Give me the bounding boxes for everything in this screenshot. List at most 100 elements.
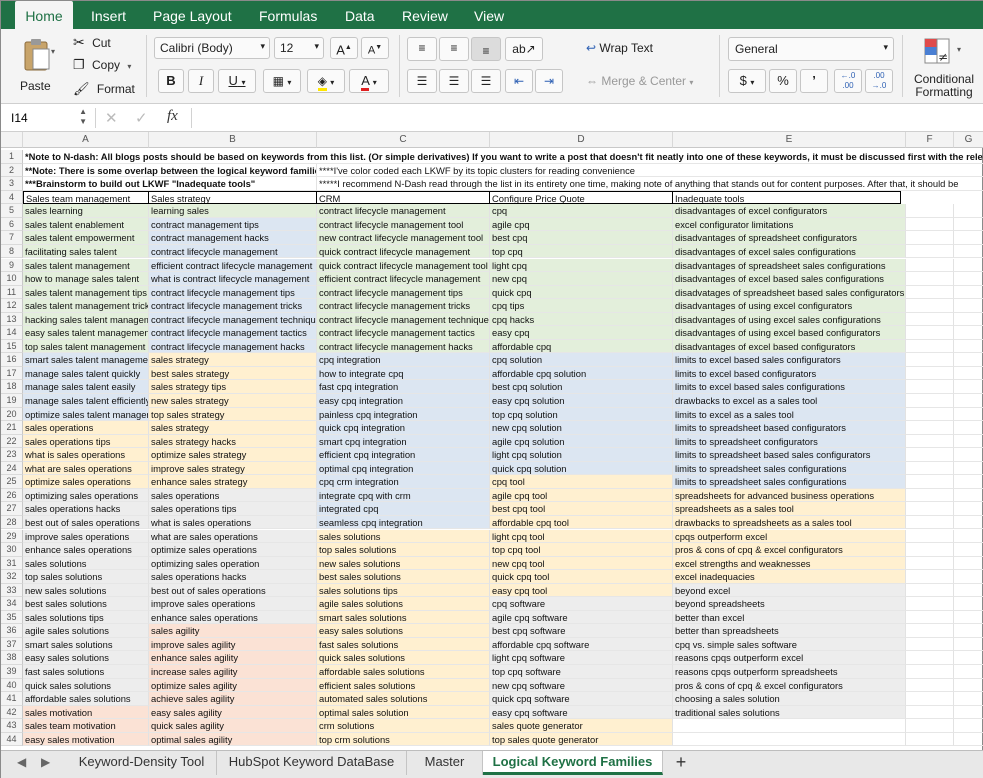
empty-cell[interactable] — [954, 340, 983, 354]
crm-cell[interactable]: easy cpq integration — [317, 394, 490, 408]
crm-cell[interactable]: top crm solutions — [317, 732, 490, 747]
cpq-cell[interactable]: affordable cpq solution — [490, 366, 673, 381]
cpq-cell[interactable]: new cpq solution — [490, 421, 673, 435]
inadequate-tools-cell[interactable]: better than spreadsheets — [673, 624, 906, 638]
inadequate-tools-cell[interactable]: disadvantages of using excel configurato… — [673, 299, 906, 313]
font-color-button[interactable]: A ▾ — [349, 69, 389, 93]
inadequate-tools-cell[interactable]: limits to excel based configurators — [673, 366, 906, 381]
row-number[interactable]: 15 — [1, 339, 23, 354]
sales-strategy-cell[interactable]: sales operations — [149, 488, 317, 503]
cpq-cell[interactable]: agile cpq — [490, 217, 673, 232]
sales-strategy-cell[interactable]: optimize sales strategy — [149, 448, 317, 462]
crm-cell[interactable]: sales solutions tips — [317, 583, 490, 598]
row-number[interactable]: 23 — [1, 448, 23, 462]
inadequate-tools-cell[interactable]: disadvantages of excel sales configurati… — [673, 244, 906, 259]
tab-review[interactable]: Review — [402, 1, 448, 29]
empty-cell[interactable] — [906, 204, 954, 218]
row-number[interactable]: 19 — [1, 394, 23, 408]
empty-cell[interactable] — [906, 515, 954, 530]
column-header-g[interactable]: G — [954, 132, 983, 148]
empty-cell[interactable] — [906, 651, 954, 665]
sales-team-cell[interactable]: manage sales talent efficiently — [23, 394, 149, 408]
sales-strategy-cell[interactable]: top sales strategy — [149, 407, 317, 422]
sales-strategy-cell[interactable]: learning sales — [149, 204, 317, 218]
empty-cell[interactable] — [954, 286, 983, 300]
row-number[interactable]: 1 — [1, 150, 23, 164]
cpq-cell[interactable]: affordable cpq tool — [490, 515, 673, 530]
inadequate-tools-cell[interactable]: beyond spreadsheets — [673, 597, 906, 611]
empty-cell[interactable] — [954, 597, 983, 611]
row-number[interactable]: 21 — [1, 421, 23, 435]
empty-cell[interactable] — [906, 258, 954, 273]
row-number[interactable]: 10 — [1, 272, 23, 286]
row-number[interactable]: 39 — [1, 665, 23, 679]
sales-strategy-cell[interactable]: quick sales agility — [149, 719, 317, 733]
empty-cell[interactable] — [954, 435, 983, 449]
row-number[interactable]: 44 — [1, 732, 23, 747]
decrease-decimal-button[interactable]: .00 →.0 — [865, 69, 893, 93]
sheet-tab-logical-keyword-families[interactable]: Logical Keyword Families — [483, 751, 663, 775]
row-number[interactable]: 26 — [1, 488, 23, 503]
inadequate-tools-cell[interactable]: beyond excel — [673, 583, 906, 598]
sales-team-cell[interactable]: top sales solutions — [23, 570, 149, 584]
sales-strategy-cell[interactable]: contract management hacks — [149, 231, 317, 245]
cut-button[interactable]: ✂ Cut — [73, 34, 111, 50]
name-box[interactable]: I14 ▲ ▼ — [7, 107, 91, 127]
add-sheet-button[interactable]: + — [663, 751, 699, 775]
row-number[interactable]: 16 — [1, 353, 23, 367]
row-number[interactable]: 5 — [1, 204, 23, 218]
sales-strategy-cell[interactable]: improve sales agility — [149, 637, 317, 652]
sales-team-cell[interactable]: top sales talent management — [23, 339, 149, 354]
column-header-e[interactable]: E — [673, 132, 906, 148]
cpq-cell[interactable]: affordable cpq software — [490, 637, 673, 652]
empty-cell[interactable] — [906, 732, 954, 747]
empty-cell[interactable] — [954, 448, 983, 462]
row-number[interactable]: 11 — [1, 285, 23, 300]
empty-cell[interactable] — [954, 245, 983, 259]
increase-indent-button[interactable]: ⇥ — [535, 69, 563, 93]
sales-team-cell[interactable]: optimizing sales operations — [23, 488, 149, 503]
sales-team-cell[interactable]: fast sales solutions — [23, 665, 149, 679]
empty-cell[interactable] — [906, 597, 954, 611]
empty-cell[interactable] — [954, 692, 983, 706]
paste-dropdown-icon[interactable]: ▾ — [51, 47, 55, 56]
empty-cell[interactable] — [906, 719, 954, 733]
empty-cell[interactable] — [906, 678, 954, 693]
row-number[interactable]: 3 — [1, 177, 23, 191]
sales-strategy-cell[interactable]: new sales strategy — [149, 394, 317, 408]
row-number[interactable]: 2 — [1, 163, 23, 178]
cpq-cell[interactable]: affordable cpq — [490, 339, 673, 354]
empty-cell[interactable] — [906, 543, 954, 557]
crm-cell[interactable]: how to integrate cpq — [317, 366, 490, 381]
font-size-select[interactable]: 12 ▾ — [274, 37, 324, 59]
row-number[interactable]: 43 — [1, 719, 23, 733]
sales-strategy-cell[interactable]: contract lifecycle management hacks — [149, 339, 317, 354]
row-number[interactable]: 18 — [1, 380, 23, 394]
empty-cell[interactable] — [954, 353, 983, 367]
inadequate-tools-cell[interactable]: disadvantages of spreadsheet configurato… — [673, 231, 906, 245]
sales-strategy-cell[interactable]: what is sales operations — [149, 515, 317, 530]
tab-page-layout[interactable]: Page Layout — [153, 1, 232, 29]
sales-strategy-cell[interactable]: contract lifecycle management techniques — [149, 312, 317, 327]
cpq-cell[interactable]: easy cpq solution — [490, 394, 673, 408]
cpq-cell[interactable]: agile cpq tool — [490, 488, 673, 503]
sales-strategy-cell[interactable]: improve sales operations — [149, 597, 317, 611]
empty-cell[interactable] — [906, 488, 954, 503]
note-cell[interactable]: ***Brainstorm to build out LKWF "Inadequ… — [23, 177, 317, 191]
inadequate-tools-cell[interactable]: cpqs outperform excel — [673, 529, 906, 544]
cpq-cell[interactable]: light cpq tool — [490, 529, 673, 544]
inadequate-tools-cell[interactable]: disadvatages of spreadsheet based sales … — [673, 285, 906, 300]
empty-cell[interactable] — [954, 516, 983, 530]
crm-cell[interactable]: crm solutions — [317, 719, 490, 733]
align-right-button[interactable]: ☰ — [471, 69, 501, 93]
empty-cell[interactable] — [954, 326, 983, 340]
sales-strategy-cell[interactable]: best sales strategy — [149, 366, 317, 381]
sales-team-cell[interactable]: sales motivation — [23, 705, 149, 720]
empty-cell[interactable] — [906, 665, 954, 679]
crm-cell[interactable]: easy sales solutions — [317, 624, 490, 638]
inadequate-tools-cell[interactable]: pros & cons of cpq & excel configurators — [673, 678, 906, 693]
sales-team-cell[interactable]: smart sales talent management — [23, 353, 149, 367]
sales-strategy-cell[interactable]: easy sales agility — [149, 705, 317, 720]
inadequate-tools-cell[interactable]: limits to spreadsheet sales configuratio… — [673, 461, 906, 476]
sales-team-cell[interactable]: best out of sales operations — [23, 515, 149, 530]
